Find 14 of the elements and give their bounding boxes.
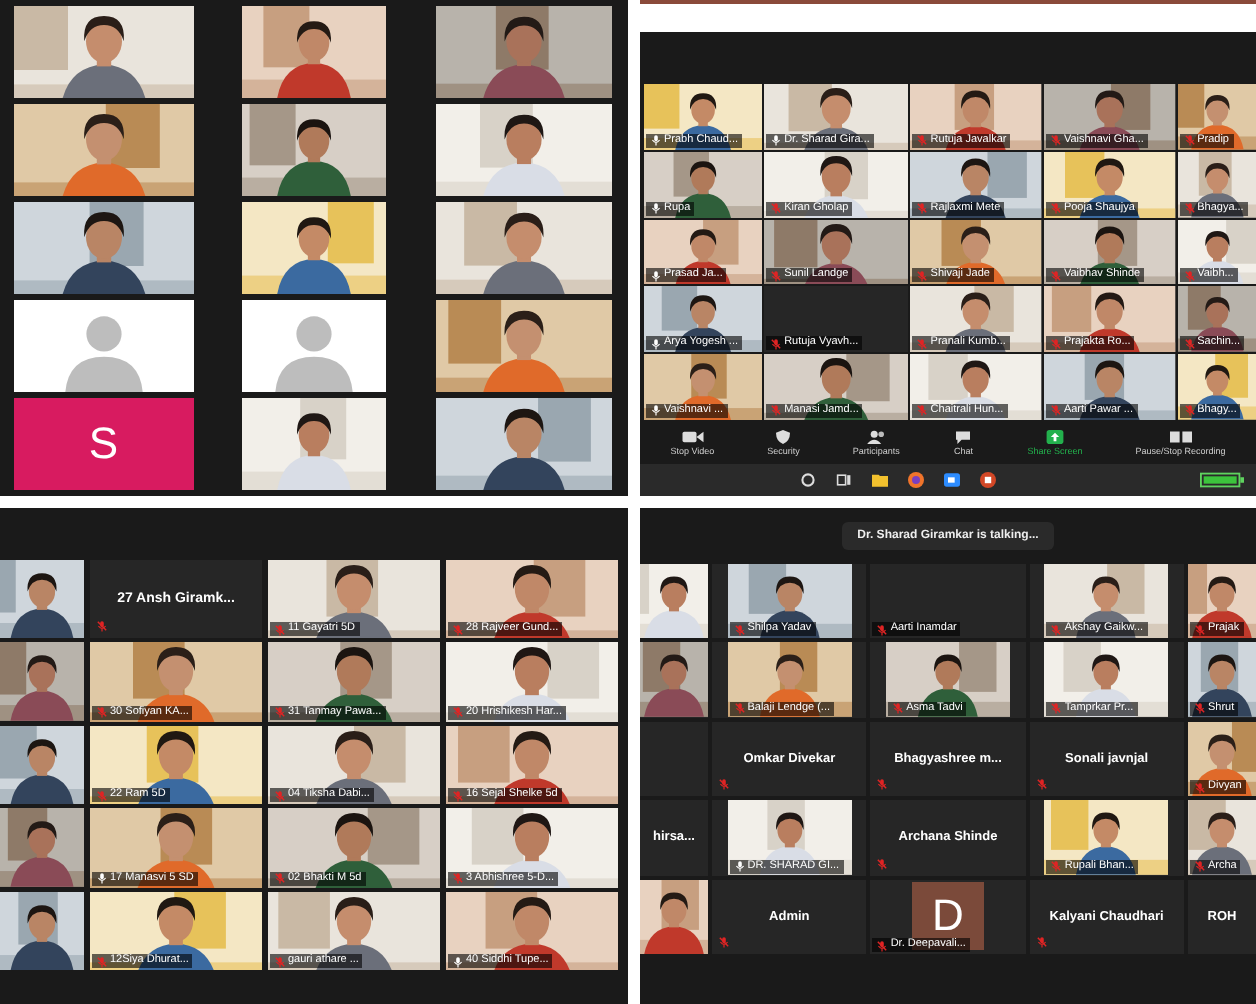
- share-screen-icon: [1044, 429, 1067, 443]
- camera-icon: [681, 429, 704, 443]
- initial-avatar: S: [13, 397, 194, 490]
- chat-icon: [952, 429, 975, 443]
- task-view-icon[interactable]: [836, 472, 852, 488]
- video-app-icon[interactable]: [944, 472, 960, 488]
- pause-stop-icon: [1169, 429, 1192, 443]
- people-icon: [865, 429, 888, 443]
- browser-icon[interactable]: [908, 472, 924, 488]
- presentation-app-icon[interactable]: [980, 472, 996, 488]
- search-icon[interactable]: [800, 472, 816, 488]
- folder-icon[interactable]: [872, 472, 888, 488]
- battery-icon: [1200, 472, 1244, 488]
- shield-icon: [772, 429, 795, 443]
